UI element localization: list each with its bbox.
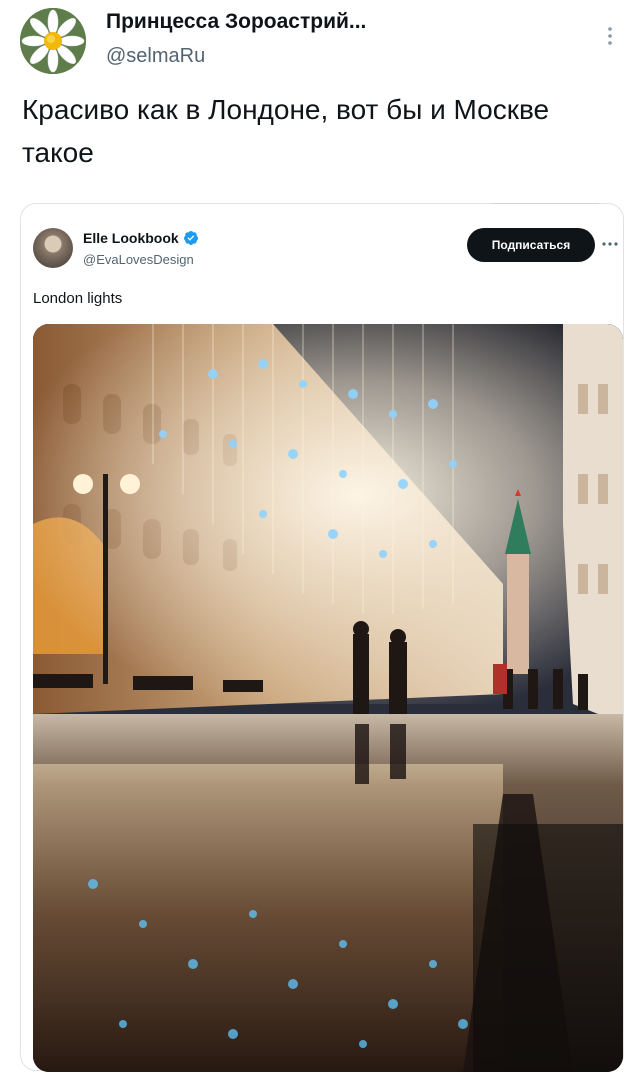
tweet-text: Красиво как в Лондоне, вот бы и Москве т… <box>22 94 550 168</box>
daisy-icon <box>20 8 86 74</box>
quoted-author-handle[interactable]: @EvaLovesDesign <box>83 252 194 267</box>
more-options-icon[interactable] <box>598 24 622 48</box>
quoted-more-icon[interactable] <box>601 234 619 252</box>
tweet-photo[interactable] <box>33 324 623 1072</box>
author-avatar[interactable] <box>20 8 86 74</box>
card-divider <box>491 203 599 207</box>
quoted-author-name[interactable]: Elle Lookbook <box>83 230 179 246</box>
street-lights-image <box>33 324 623 1072</box>
quoted-tweet-text: London lights <box>33 290 123 307</box>
quoted-author-avatar[interactable] <box>33 228 73 268</box>
verified-badge-icon <box>183 231 198 245</box>
quoted-tweet-card[interactable]: Elle Lookbook @EvaLovesDesign Подписатьс… <box>20 203 624 1072</box>
author-name[interactable]: Принцесса Зороастрий... <box>106 10 366 34</box>
quoted-author-name-row[interactable]: Elle Lookbook <box>83 230 199 246</box>
author-handle[interactable]: @selmaRu <box>106 45 205 68</box>
follow-button[interactable]: Подписаться <box>467 228 595 262</box>
